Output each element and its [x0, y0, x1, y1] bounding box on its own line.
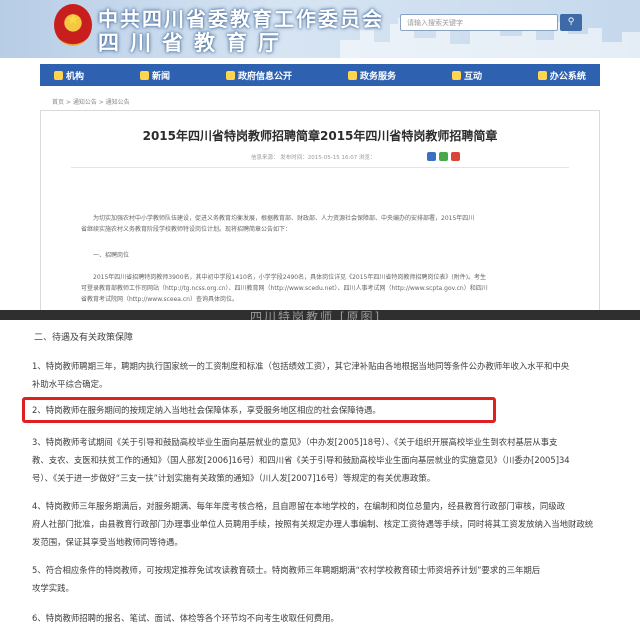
title-divider [71, 167, 569, 168]
share-weibo-icon[interactable] [427, 152, 436, 161]
nav-item-institution[interactable]: 机构 [54, 69, 84, 82]
highlight-box [22, 397, 496, 423]
paragraph-line: 3、特岗教师考试期间《关于引导和鼓励高校毕业生面向基层就业的意见》（中办发[20… [32, 437, 558, 447]
nav-item-news[interactable]: 新闻 [139, 69, 170, 82]
paragraph-line: 号）、《关于进一步做好“三支一扶”计划实施有关政策的通知》（川人发[2007]1… [32, 473, 436, 483]
national-emblem-icon [54, 4, 92, 46]
article-meta: 信息来源： 发布时间：2015-05-15 16:07 浏览： [251, 155, 376, 161]
document-icon [225, 70, 235, 80]
nav-item-label: 政务服务 [359, 71, 396, 82]
body-line: 2015年四川省招聘特岗教师3900名，其中初中学段1410名，小学学段2490… [93, 274, 487, 281]
paragraph-line: 5、符合相应条件的特岗教师，可按规定推荐免试攻读教育硕士。特岗教师三年聘期期满“… [32, 565, 541, 575]
nav-item-label: 机构 [66, 71, 85, 82]
paragraph-line: 府人社部门批准，由县教育行政部门办理事业单位人员聘用手续，按照有关规定办理人事编… [32, 519, 594, 529]
search-icon: ⚲ [567, 17, 575, 27]
site-header: 中共四川省委教育工作委员会 四川省教育厅 请输入搜索关键字 ⚲ [0, 0, 640, 58]
nav-item-interaction[interactable]: 互动 [451, 69, 482, 82]
services-icon [347, 70, 357, 80]
nav-item-label: 办公系统 [549, 71, 586, 82]
paragraph-line: 补助水平综合确定。 [32, 379, 108, 389]
intro-line: 为切实加强农村中小学教师队伍建设，促进义务教育均衡发展，根据教育部、财政部、人力… [93, 215, 475, 222]
article-title: 2015年四川省特岗教师招聘简章2015年四川省特岗教师招聘简章 [142, 129, 498, 143]
intro-line: 省继续实施农村义务教育阶段学校教师特设岗位计划。现将招聘简章公告如下： [81, 226, 292, 233]
paragraph-line: 发范围，保证其享受当地教师同等待遇。 [32, 537, 183, 547]
share-wechat-icon[interactable] [439, 152, 448, 161]
section-heading: 一、招聘岗位 [93, 252, 130, 259]
building-icon [54, 70, 63, 80]
breadcrumb[interactable]: 首页 > 通知公告 > 通知公告 [52, 97, 130, 106]
section-heading: 二、待遇及有关政策保障 [34, 333, 134, 343]
paragraph-line: 6、特岗教师招聘的报名、笔试、面试、体检等各个环节均不向考生收取任何费用。 [32, 613, 339, 623]
nav-item-label: 政府信息公开 [237, 71, 292, 82]
main-nav: 机构 新闻 政府信息公开 政务服务 互动 办公系统 [40, 64, 600, 86]
policy-detail: 二、待遇及有关政策保障 1、特岗教师聘期三年，聘期内执行国家统一的工资制度和标准… [0, 320, 640, 640]
paragraph-line: 1、特岗教师聘期三年，聘期内执行国家统一的工资制度和标准（包括绩效工资），其它津… [32, 361, 570, 371]
news-icon [139, 70, 149, 80]
search-button[interactable]: ⚲ [560, 14, 582, 31]
dept-name: 四川省教育厅 [98, 31, 290, 55]
share-qzone-icon[interactable] [451, 152, 460, 161]
office-icon [537, 70, 547, 80]
chat-icon [451, 70, 461, 80]
nav-item-label: 新闻 [151, 71, 170, 82]
nav-item-gov-info[interactable]: 政府信息公开 [225, 69, 292, 82]
nav-item-label: 互动 [463, 71, 482, 82]
nav-item-services[interactable]: 政务服务 [347, 69, 396, 82]
article-card: 2015年四川省特岗教师招聘简章2015年四川省特岗教师招聘简章 信息来源： 发… [40, 110, 600, 315]
body-line: 省教育考试院网（http://www.sceea.cn）查询具体岗位。 [81, 296, 238, 303]
paragraph-line: 4、特岗教师三年服务期满后，对服务期满、每年年度考核合格，且自愿留在本地学校的，… [32, 501, 565, 511]
paragraph-line: 攻学实践。 [32, 583, 74, 593]
paragraph-line: 教、支农、支医和扶贫工作的通知》（国人部发[2006]16号）和四川省《关于引导… [32, 455, 570, 465]
body-line: 可登录教育部教师工作司网站（http://tg.ncss.org.cn）、四川教… [81, 285, 488, 292]
search-input[interactable]: 请输入搜索关键字 [400, 14, 558, 31]
nav-item-office[interactable]: 办公系统 [537, 69, 586, 82]
